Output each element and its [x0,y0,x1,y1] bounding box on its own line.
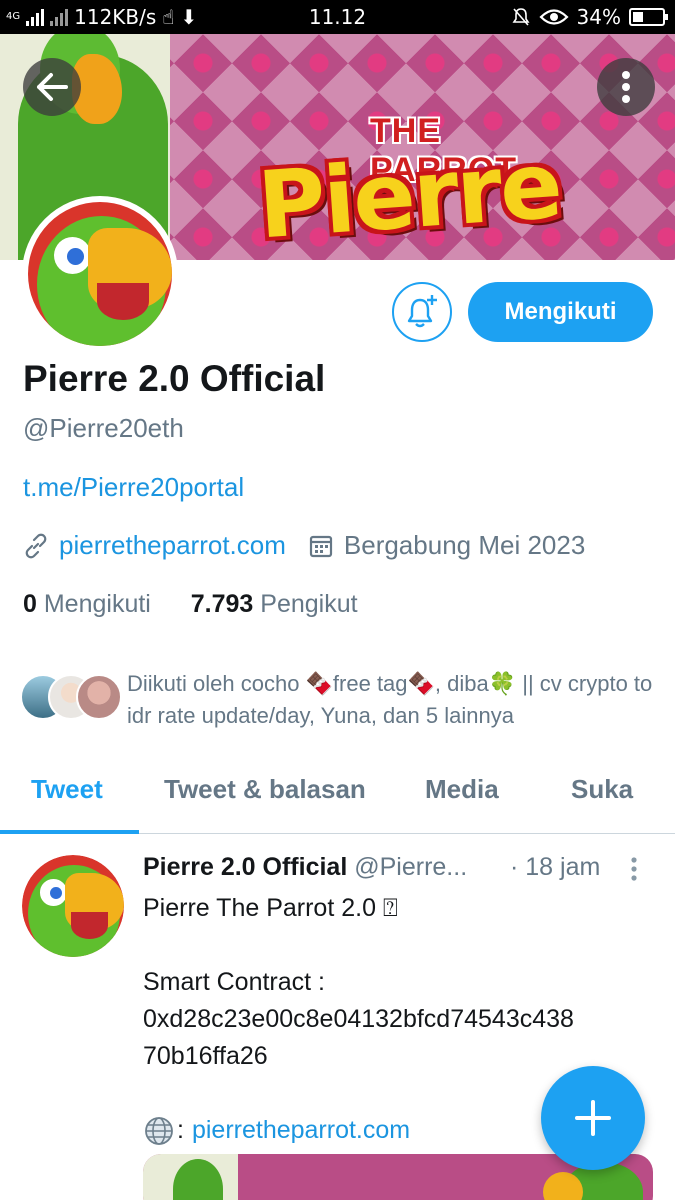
caret-vertical-icon [631,857,637,881]
globe-icon [145,1116,173,1145]
compose-tweet-button[interactable] [541,1066,645,1170]
tweet-line: Pierre The Parrot 2.0 ⍰ [143,894,398,922]
battery-icon [629,8,668,26]
active-tab-indicator [0,830,139,834]
status-right: 34% [511,5,668,29]
following-button[interactable]: Mengikuti [468,282,653,342]
tweet-line: 0xd28c23e00c8e04132bfcd74543c438 [143,1005,574,1033]
battery-percent: 34% [576,5,621,29]
followed-by-text: Diikuti oleh cocho 🍫free tag🍫, diba🍀 || … [127,671,653,728]
following-count: 0 [23,590,37,618]
followers-stat[interactable]: 7.793 Pengikut [191,590,358,618]
mute-bell-icon [512,8,530,26]
profile-name: Pierre 2.0 Official [23,358,326,399]
following-label: Mengikuti [43,590,151,618]
followed-by[interactable]: Diikuti oleh cocho 🍫free tag🍫, diba🍀 || … [20,668,660,728]
tweet-author-handle[interactable]: @Pierre... [354,853,467,881]
follow-counts: 0 Mengikuti 7.793 Pengikut [23,590,358,619]
tweet-link-prefix: : [177,1116,184,1144]
tweet-author-avatar[interactable] [22,855,124,957]
tab-media[interactable]: Media [425,774,499,805]
banner-logo: THE PARROT Pierre [254,106,588,260]
tweet-author-name[interactable]: Pierre 2.0 Official [143,853,347,881]
avatar [76,674,122,720]
tweet-line: Smart Contract : [143,968,325,996]
following-stat[interactable]: 0 Mengikuti [23,590,151,618]
link-icon [25,533,47,558]
tweet-link[interactable]: pierretheparrot.com [192,1112,410,1149]
calendar-icon [309,535,332,557]
joined-date: Bergabung Mei 2023 [343,530,586,560]
more-vertical-icon [622,71,630,103]
website-link[interactable]: pierretheparrot.com [59,530,286,561]
tweet-time: · 18 jam [506,853,601,882]
tweet-menu-button[interactable] [630,856,638,887]
profile-tabs: Tweet Tweet & balasan Media Suka [0,760,675,834]
avatar-image [28,202,172,346]
eye-icon [538,9,569,25]
profile-avatar[interactable] [22,196,178,352]
more-options-button[interactable] [597,58,655,116]
compose-plus-icon [575,1100,611,1136]
followers-label: Pengikut [260,590,358,618]
bio-link[interactable]: t.me/Pierre20portal [23,472,244,503]
profile-handle: @Pierre20eth [23,413,184,443]
follower-avatars [20,674,122,724]
tab-tweet[interactable]: Tweet [31,774,103,805]
status-bar: 4G 112KB/s ☝ ⬇ 11.12 34% [0,0,675,34]
notification-bell-plus-icon [407,295,437,328]
tab-likes[interactable]: Suka [571,774,633,805]
avatar-image [22,855,124,957]
profile-meta: pierretheparrot.com Bergabung Mei 2023 [23,530,585,561]
followers-count: 7.793 [190,590,254,618]
back-arrow-icon [37,73,68,101]
notification-button[interactable] [392,282,452,342]
tab-tweets-replies[interactable]: Tweet & balasan [164,774,366,805]
banner-logo-title: Pierre [254,131,564,260]
back-button[interactable] [23,58,81,116]
